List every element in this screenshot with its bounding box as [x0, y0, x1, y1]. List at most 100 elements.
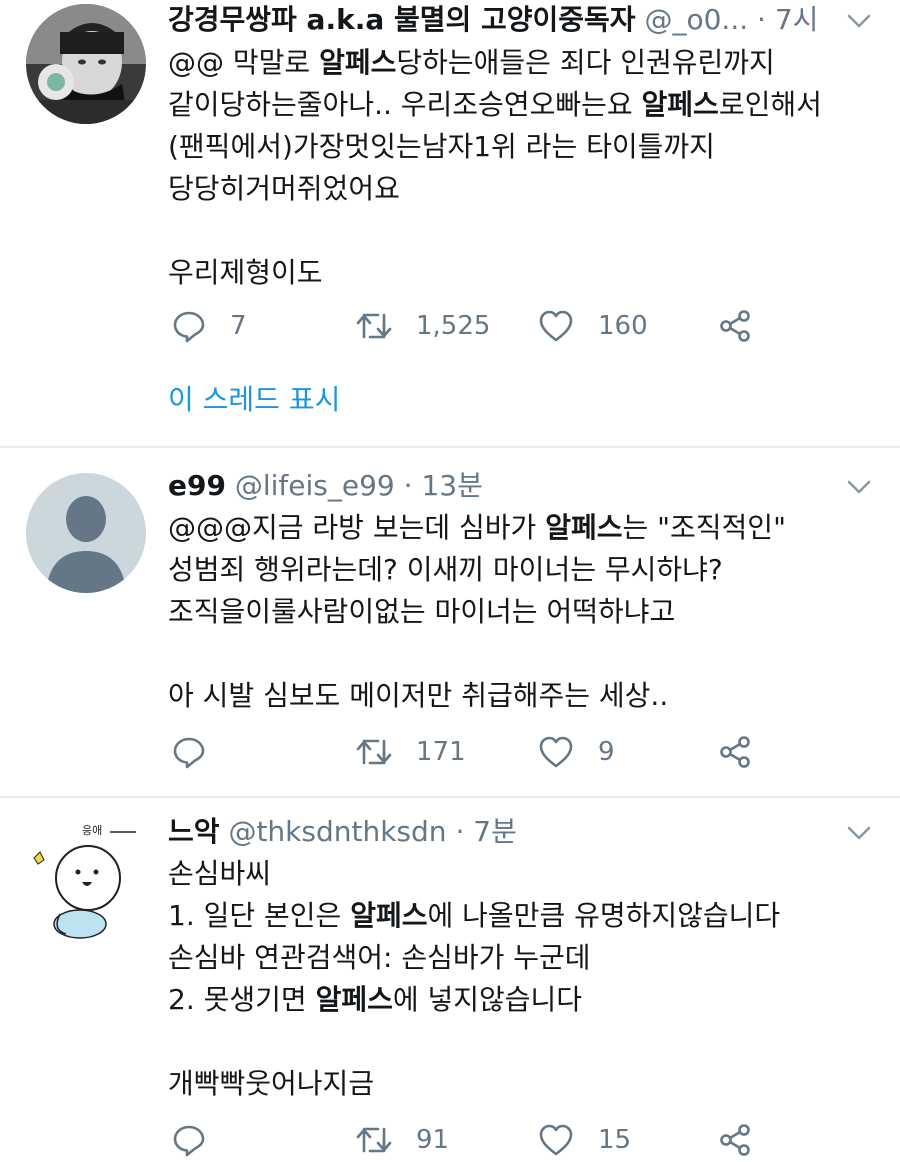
display-name[interactable]: 느악 — [168, 815, 220, 848]
tweet[interactable]: e99 @lifeis_e99 · 13분 @@@지금 라방 보는데 심바가 알… — [0, 448, 900, 798]
reply-button[interactable] — [172, 730, 206, 774]
share-icon — [720, 736, 750, 768]
like-button[interactable]: 9 — [538, 730, 615, 774]
retweet-icon — [356, 1127, 392, 1153]
share-button[interactable] — [718, 1118, 752, 1162]
retweet-button[interactable]: 91 — [356, 1118, 449, 1162]
avatar[interactable] — [26, 4, 146, 124]
text-segment: 1. 일단 본인은 — [168, 899, 351, 932]
retweet-icon — [356, 313, 392, 339]
text-segment: 조직을이룰사람이없는 마이너는 어떡하냐고 — [168, 595, 676, 628]
tweet-actions: 7 1,525 160 — [168, 304, 880, 348]
tweet-text-line: @@ 막말로 알페스당하는애들은 죄다 인권유린까지 — [168, 42, 880, 84]
avatar[interactable]: 응애 — [26, 820, 146, 940]
user-handle[interactable]: @_o0... — [644, 3, 748, 36]
retweet-button[interactable]: 1,525 — [356, 304, 490, 348]
text-segment: 아 시발 심보도 메이저만 취급해주는 세상.. — [168, 679, 669, 712]
highlighted-keyword: 알페스 — [641, 88, 719, 121]
highlighted-keyword: 알페스 — [315, 983, 393, 1016]
share-button[interactable] — [718, 730, 752, 774]
separator-dot: · — [403, 469, 413, 502]
timestamp[interactable]: 7시 — [775, 3, 819, 36]
tweet-header: e99 @lifeis_e99 · 13분 — [168, 466, 840, 506]
like-count: 9 — [598, 737, 615, 767]
like-icon — [539, 736, 573, 768]
chevron-down-icon[interactable] — [844, 6, 874, 36]
text-segment: 개빡빡웃어나지금 — [168, 1067, 375, 1100]
reply-button[interactable]: 7 — [172, 304, 247, 348]
avatar[interactable] — [26, 473, 146, 593]
display-name[interactable]: 강경무쌍파 a.k.a 불멸의 고양이중독자 — [168, 3, 636, 36]
tweet-actions: 91 15 — [168, 1118, 880, 1162]
text-segment: 로인해서 — [718, 88, 822, 121]
text-segment: (팬픽에서)가장멋잇는남자1위 라는 타이틀까지 — [168, 130, 715, 163]
like-button[interactable]: 160 — [538, 304, 648, 348]
text-segment: 성범죄 행위라는데? 이새끼 마이너는 무시하냐? — [168, 553, 723, 586]
tweet-header: 강경무쌍파 a.k.a 불멸의 고양이중독자 @_o0... · 7시 — [168, 0, 840, 40]
highlighted-keyword: 알페스 — [350, 899, 428, 932]
timestamp[interactable]: 13분 — [421, 469, 482, 502]
reply-count: 7 — [230, 311, 247, 341]
text-segment: 에 나올만큼 유명하지않습니다 — [427, 899, 781, 932]
like-button[interactable]: 15 — [538, 1118, 631, 1162]
reply-icon — [173, 737, 205, 769]
timestamp[interactable]: 7분 — [473, 815, 517, 848]
chevron-down-icon[interactable] — [844, 472, 874, 502]
tweet-text-line: 성범죄 행위라는데? 이새끼 마이너는 무시하냐? — [168, 549, 880, 591]
tweet-text-line: (팬픽에서)가장멋잇는남자1위 라는 타이틀까지 — [168, 126, 880, 168]
display-name[interactable]: e99 — [168, 469, 226, 502]
avatar-caption: 응애 — [82, 824, 102, 837]
retweet-button[interactable]: 171 — [356, 730, 466, 774]
tweet-actions: 171 9 — [168, 730, 880, 774]
reply-button[interactable] — [172, 1118, 206, 1162]
show-thread-link[interactable]: 이 스레드 표시 — [168, 380, 340, 420]
share-button[interactable] — [718, 304, 752, 348]
tweet[interactable]: 응애 느악 @thksdnthksdn · 7분 손심바씨 1. 일단 본인은 알… — [0, 798, 900, 1162]
tweet-text-line: 개빡빡웃어나지금 — [168, 1063, 880, 1105]
share-icon — [720, 1124, 750, 1156]
text-segment: 같이당하는줄아나.. 우리조승연오빠는요 — [168, 88, 642, 121]
tweet-text: 손심바씨 1. 일단 본인은 알페스에 나올만큼 유명하지않습니다 손심바 연관검색… — [168, 853, 880, 1105]
retweet-count: 1,525 — [416, 311, 491, 341]
separator-dot: · — [757, 3, 766, 36]
tweet-text-line: @@@지금 라방 보는데 심바가 알페스는 "조직적인" — [168, 507, 880, 549]
reply-icon — [173, 311, 205, 343]
like-count: 160 — [598, 311, 648, 341]
text-segment: 는 "조직적인" — [622, 511, 786, 544]
user-handle[interactable]: @lifeis_e99 — [235, 469, 395, 502]
text-segment: 2. 못생기면 — [168, 983, 316, 1016]
tweet-text-line: 손심바씨 — [168, 853, 880, 895]
text-segment: 에 넣지않습니다 — [392, 983, 583, 1016]
highlighted-keyword: 알페스 — [545, 511, 623, 544]
tweet-text-line: 같이당하는줄아나.. 우리조승연오빠는요 알페스로인해서 — [168, 84, 880, 126]
retweet-count: 91 — [416, 1125, 450, 1155]
default-avatar-icon — [26, 473, 146, 593]
text-segment: @@ 막말로 — [168, 46, 320, 79]
tweet-header: 느악 @thksdnthksdn · 7분 — [168, 812, 840, 852]
tweet[interactable]: 강경무쌍파 a.k.a 불멸의 고양이중독자 @_o0... · 7시 @@ 막… — [0, 0, 900, 448]
chevron-down-icon[interactable] — [844, 818, 874, 848]
tweet-text-line: 2. 못생기면 알페스에 넣지않습니다 — [168, 979, 880, 1021]
text-segment: 손심바 연관검색어: 손심바가 누군데 — [168, 941, 591, 974]
retweet-icon — [356, 739, 392, 765]
cartoon-avatar: 응애 — [26, 820, 146, 940]
highlighted-keyword: 알페스 — [319, 46, 397, 79]
tweet-text: @@ 막말로 알페스당하는애들은 죄다 인권유린까지 같이당하는줄아나.. 우리조… — [168, 42, 880, 294]
tweet-text: @@@지금 라방 보는데 심바가 알페스는 "조직적인" 성범죄 행위라는데? 이… — [168, 507, 880, 717]
tweet-text-line: 손심바 연관검색어: 손심바가 누군데 — [168, 937, 880, 979]
separator-dot: · — [455, 815, 465, 848]
reply-icon — [173, 1125, 205, 1157]
tweet-text-line: 1. 일단 본인은 알페스에 나올만큼 유명하지않습니다 — [168, 895, 880, 937]
like-icon — [539, 310, 573, 342]
text-segment: 당하는애들은 죄다 인권유린까지 — [396, 46, 775, 79]
retweet-count: 171 — [416, 737, 466, 767]
text-segment: 손심바씨 — [168, 857, 272, 890]
text-segment: @@@지금 라방 보는데 심바가 — [168, 511, 546, 544]
share-icon — [720, 310, 750, 342]
user-handle[interactable]: @thksdnthksdn — [228, 815, 446, 848]
like-count: 15 — [598, 1125, 632, 1155]
tweet-text-line: 아 시발 심보도 메이저만 취급해주는 세상.. — [168, 675, 880, 717]
